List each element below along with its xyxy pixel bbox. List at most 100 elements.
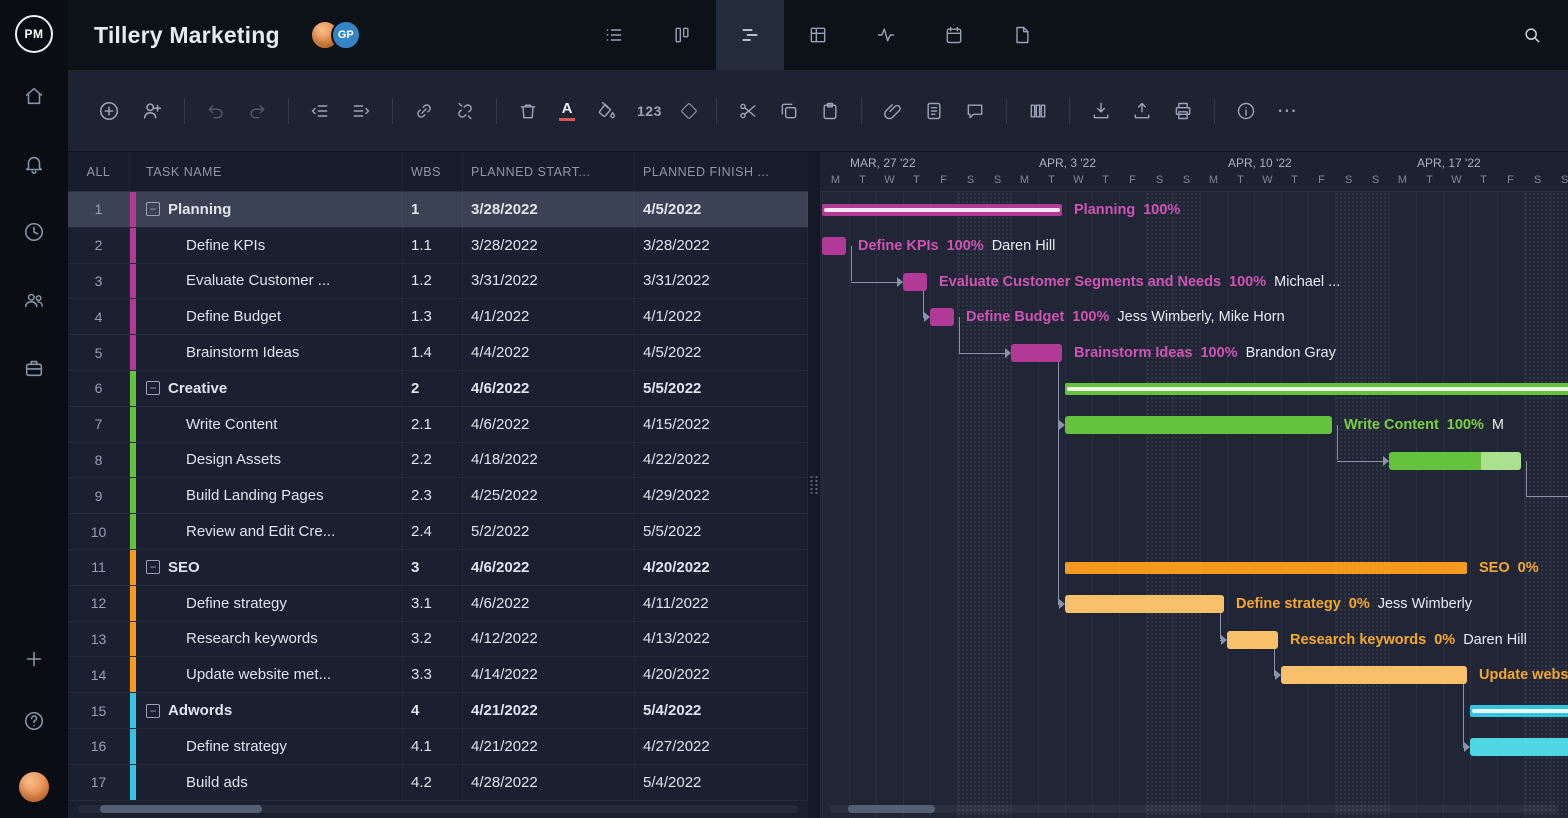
comment-icon[interactable] (965, 101, 985, 121)
tab-board[interactable] (648, 0, 716, 70)
table-row[interactable]: 6−Creative24/6/20225/5/2022 (68, 371, 808, 407)
task-name-cell[interactable]: −Creative (130, 371, 403, 406)
link-tasks-icon[interactable] (414, 101, 434, 121)
add-icon[interactable] (23, 648, 45, 670)
column-header-num[interactable]: ALL (68, 152, 130, 191)
gantt-bar[interactable] (903, 273, 927, 291)
home-icon[interactable] (23, 85, 45, 107)
task-name-cell[interactable]: Define strategy (130, 586, 403, 621)
info-icon[interactable] (1236, 101, 1256, 121)
cut-icon[interactable] (738, 101, 758, 121)
assign-user-icon[interactable] (141, 100, 163, 122)
tab-gantt[interactable] (716, 0, 784, 70)
gantt-bar[interactable] (1065, 595, 1224, 613)
notes-icon[interactable] (924, 101, 944, 121)
search-icon[interactable] (1522, 25, 1542, 45)
task-name-cell[interactable]: −SEO (130, 550, 403, 585)
column-header-wbs[interactable]: WBS (403, 152, 463, 191)
table-row[interactable]: 15−Adwords44/21/20225/4/2022 (68, 693, 808, 729)
task-name-cell[interactable]: Update website met... (130, 657, 403, 692)
task-name-cell[interactable]: Review and Edit Cre... (130, 514, 403, 549)
table-row[interactable]: 8Design Assets2.24/18/20224/22/2022 (68, 443, 808, 479)
task-name-cell[interactable]: Write Content (130, 407, 403, 442)
table-row[interactable]: 9Build Landing Pages2.34/25/20224/29/202… (68, 478, 808, 514)
font-color-icon[interactable]: A (559, 101, 575, 121)
task-name-cell[interactable]: −Planning (130, 192, 403, 227)
notifications-icon[interactable] (23, 153, 45, 175)
gantt-bar[interactable] (1065, 562, 1467, 574)
panel-resize-handle[interactable] (808, 152, 820, 818)
task-name-cell[interactable]: Define Budget (130, 299, 403, 334)
task-name-cell[interactable]: Define KPIs (130, 228, 403, 263)
collapse-toggle[interactable]: − (146, 704, 160, 718)
import-icon[interactable] (1091, 101, 1111, 121)
help-icon[interactable] (23, 710, 45, 732)
indent-icon[interactable] (351, 101, 371, 121)
gantt-bar[interactable] (1065, 383, 1568, 395)
horizontal-scrollbar-thumb[interactable] (848, 805, 935, 813)
user-avatar[interactable] (19, 772, 49, 802)
collapse-toggle[interactable]: − (146, 381, 160, 395)
column-header-name[interactable]: TASK NAME (130, 152, 403, 191)
task-name-cell[interactable]: Define strategy (130, 729, 403, 764)
gantt-bar[interactable] (1227, 631, 1278, 649)
timesheets-icon[interactable] (23, 221, 45, 243)
task-name-cell[interactable]: Research keywords (130, 622, 403, 657)
tab-sheet[interactable] (784, 0, 852, 70)
tab-docs[interactable] (988, 0, 1056, 70)
table-row[interactable]: 14Update website met...3.34/14/20224/20/… (68, 657, 808, 693)
task-name-cell[interactable]: −Adwords (130, 693, 403, 728)
task-name-cell[interactable]: Evaluate Customer ... (130, 264, 403, 299)
gantt-bar[interactable] (1065, 416, 1332, 434)
undo-icon[interactable] (206, 101, 226, 121)
table-row[interactable]: 2Define KPIs1.13/28/20223/28/2022 (68, 228, 808, 264)
add-task-icon[interactable] (98, 100, 120, 122)
collapse-toggle[interactable]: − (146, 560, 160, 574)
tab-task-list[interactable] (580, 0, 648, 70)
tab-calendar[interactable] (920, 0, 988, 70)
table-row[interactable]: 12Define strategy3.14/6/20224/11/2022 (68, 586, 808, 622)
collapse-toggle[interactable]: − (146, 202, 160, 216)
gantt-bar[interactable] (822, 237, 846, 255)
table-row[interactable]: 1−Planning13/28/20224/5/2022 (68, 192, 808, 228)
milestone-icon[interactable] (683, 105, 695, 117)
outdent-icon[interactable] (310, 101, 330, 121)
column-header-start[interactable]: PLANNED START... (463, 152, 635, 191)
paste-icon[interactable] (820, 101, 840, 121)
print-icon[interactable] (1173, 101, 1193, 121)
portfolio-icon[interactable] (23, 357, 45, 379)
export-icon[interactable] (1132, 101, 1152, 121)
table-row[interactable]: 17Build ads4.24/28/20225/4/2022 (68, 765, 808, 801)
horizontal-scrollbar-thumb[interactable] (100, 805, 262, 813)
tab-activity[interactable] (852, 0, 920, 70)
table-row[interactable]: 4Define Budget1.34/1/20224/1/2022 (68, 299, 808, 335)
table-row[interactable]: 7Write Content2.14/6/20224/15/2022 (68, 407, 808, 443)
table-row[interactable]: 5Brainstorm Ideas1.44/4/20224/5/2022 (68, 335, 808, 371)
fill-color-icon[interactable] (596, 101, 616, 121)
people-icon[interactable] (23, 289, 45, 311)
table-row[interactable]: 16Define strategy4.14/21/20224/27/2022 (68, 729, 808, 765)
gantt-bar[interactable] (930, 308, 954, 326)
task-name-cell[interactable]: Brainstorm Ideas (130, 335, 403, 370)
gantt-bar[interactable] (822, 204, 1062, 216)
task-name-cell[interactable]: Build Landing Pages (130, 478, 403, 513)
column-header-finish[interactable]: PLANNED FINISH ... (635, 152, 808, 191)
task-name-cell[interactable]: Build ads (130, 765, 403, 800)
task-name-cell[interactable]: Design Assets (130, 443, 403, 478)
app-logo[interactable]: PM (15, 15, 53, 53)
delete-icon[interactable] (518, 101, 538, 121)
member-avatar-initials[interactable]: GP (331, 20, 361, 50)
table-row[interactable]: 3Evaluate Customer ...1.23/31/20223/31/2… (68, 264, 808, 300)
gantt-bar[interactable] (1470, 705, 1568, 717)
attachment-icon[interactable] (883, 101, 903, 121)
gantt-bar[interactable] (1389, 452, 1521, 470)
gantt-bar[interactable] (1011, 344, 1062, 362)
unlink-tasks-icon[interactable] (455, 101, 475, 121)
copy-icon[interactable] (779, 101, 799, 121)
table-row[interactable]: 13Research keywords3.24/12/20224/13/2022 (68, 622, 808, 658)
table-row[interactable]: 10Review and Edit Cre...2.45/2/20225/5/2… (68, 514, 808, 550)
numbers-icon[interactable]: 123 (637, 103, 662, 119)
gantt-bar[interactable] (1470, 738, 1568, 756)
gantt-bar[interactable] (1281, 666, 1467, 684)
redo-icon[interactable] (247, 101, 267, 121)
